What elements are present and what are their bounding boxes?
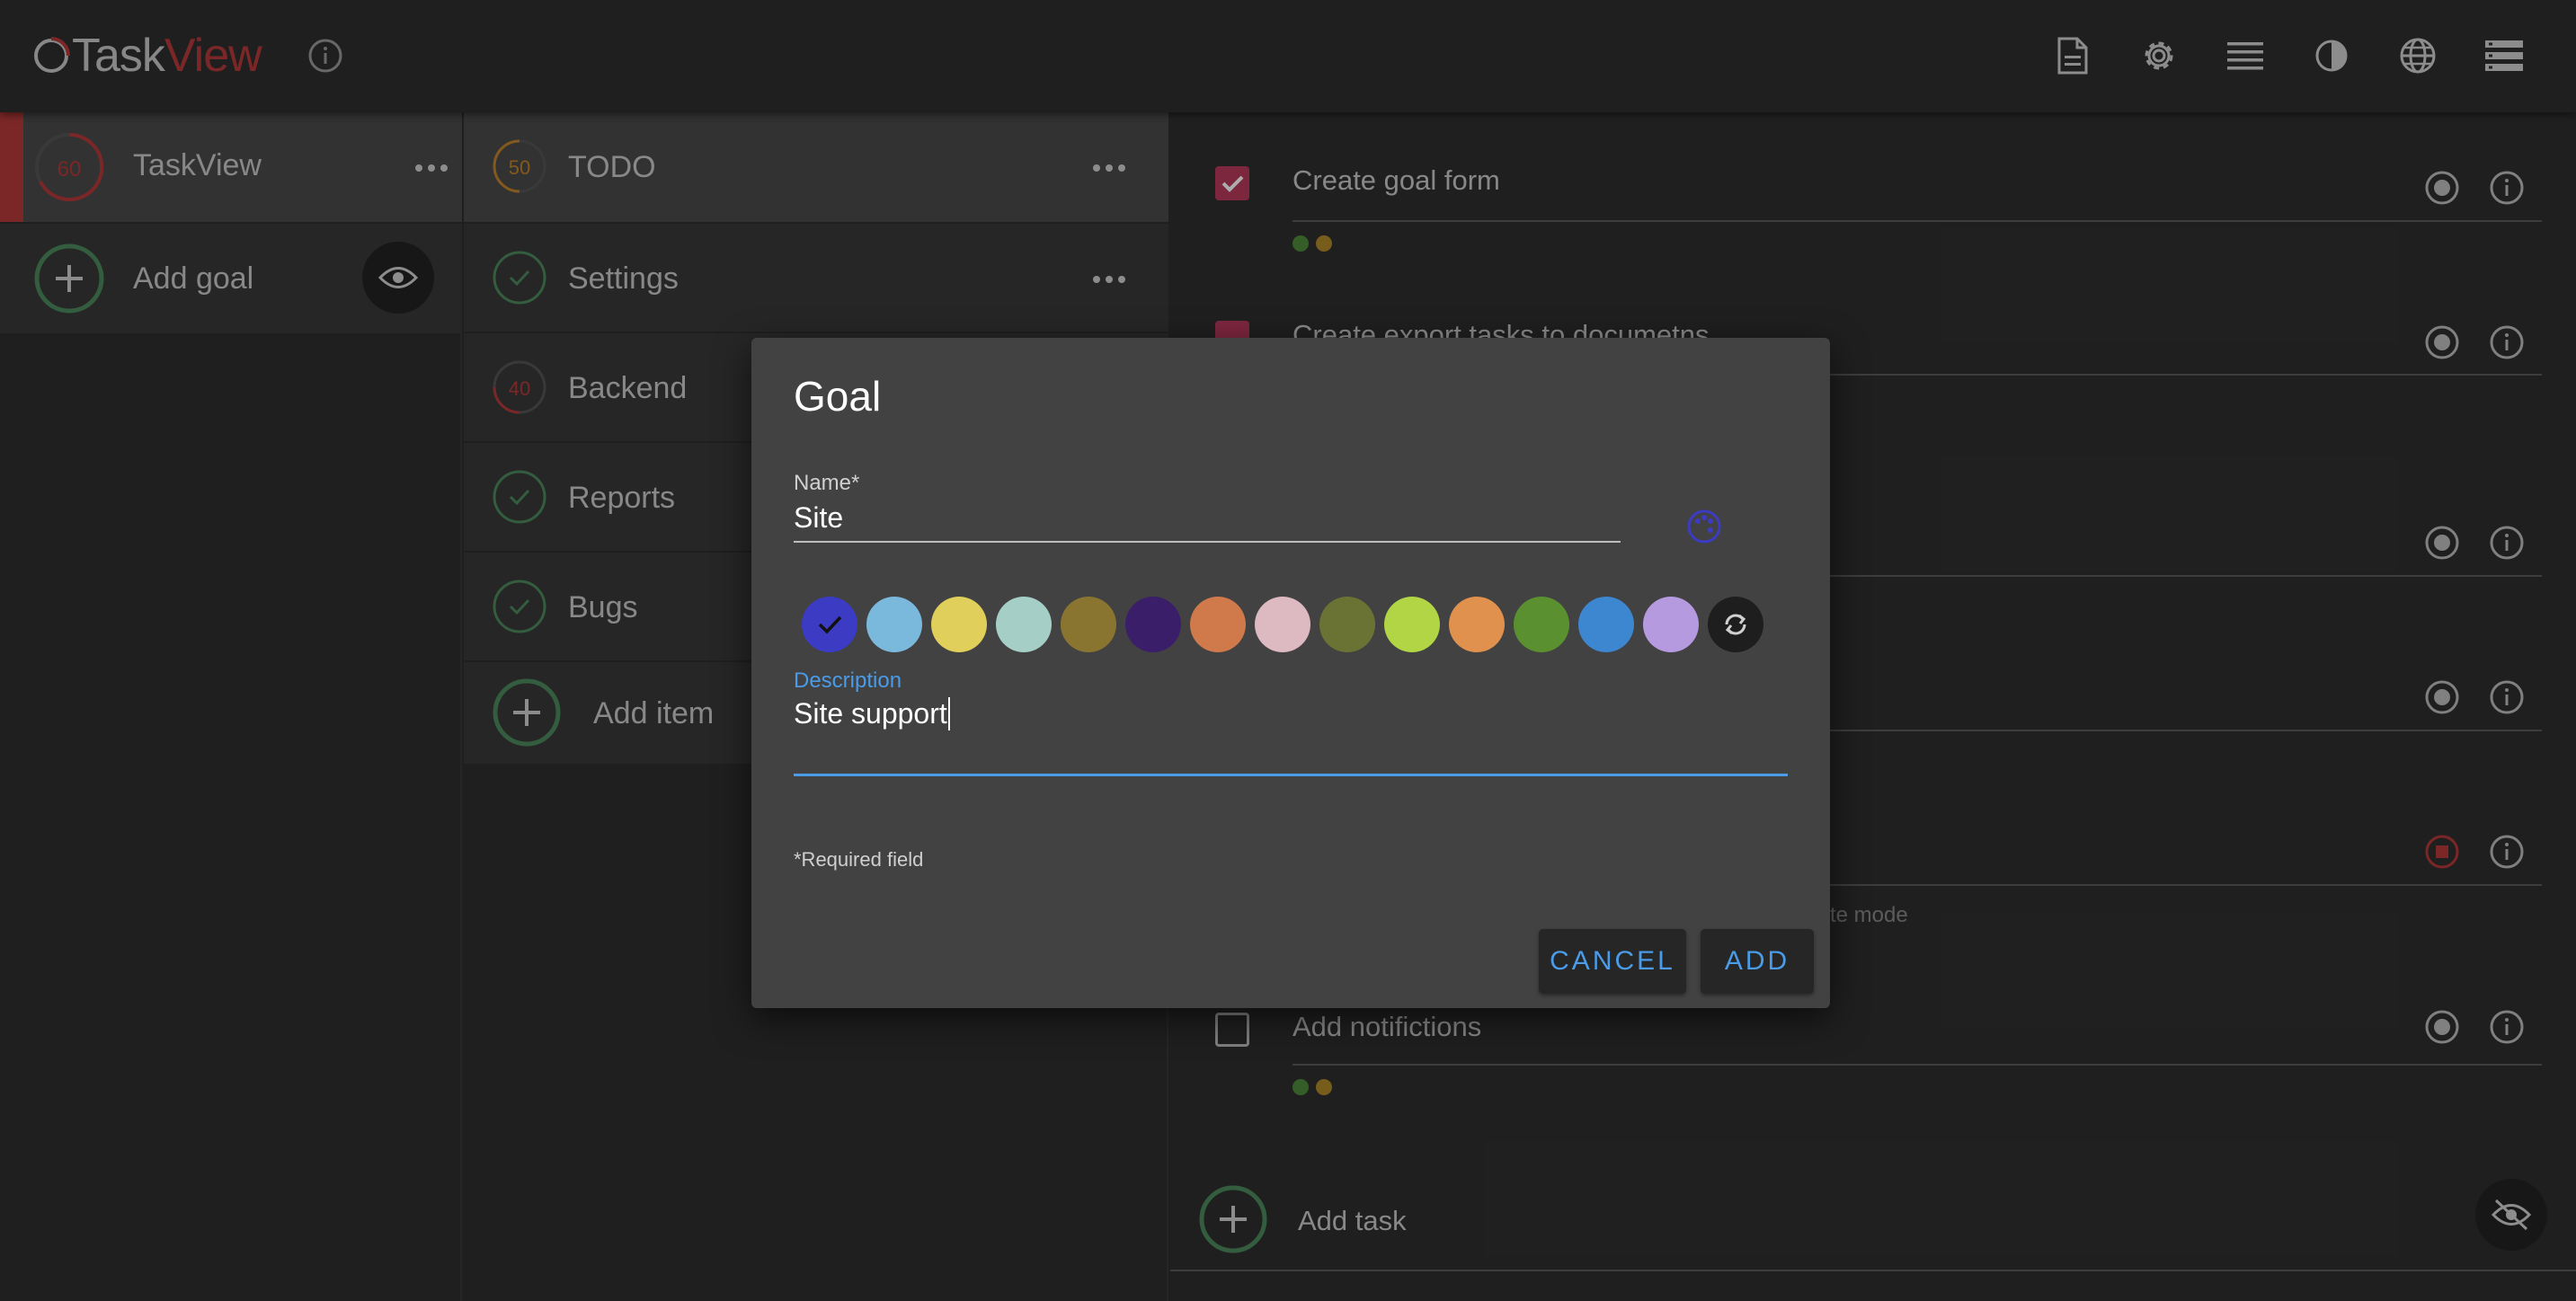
required-note: *Required field — [794, 848, 924, 871]
color-swatch-selected[interactable] — [802, 597, 857, 652]
color-swatch[interactable] — [1514, 597, 1569, 652]
goal-dialog: Goal Name* Site Description Site support… — [751, 338, 1830, 1008]
color-swatch[interactable] — [1384, 597, 1440, 652]
color-swatch[interactable] — [1255, 597, 1310, 652]
description-field-label: Description — [794, 668, 902, 693]
cancel-button[interactable]: CANCEL — [1539, 929, 1686, 994]
description-field[interactable]: Site support — [794, 694, 1788, 776]
color-swatch[interactable] — [1578, 597, 1634, 652]
name-field[interactable]: Site — [794, 496, 1621, 543]
color-swatch[interactable] — [1643, 597, 1699, 652]
description-field-value: Site support — [794, 697, 950, 730]
palette-icon[interactable] — [1684, 507, 1724, 546]
color-swatch[interactable] — [866, 597, 922, 652]
dialog-title: Goal — [794, 373, 882, 420]
color-swatch[interactable] — [931, 597, 987, 652]
color-swatch[interactable] — [1319, 597, 1375, 652]
color-swatch[interactable] — [1190, 597, 1246, 652]
refresh-colors-icon[interactable] — [1708, 597, 1763, 652]
color-swatch[interactable] — [996, 597, 1052, 652]
name-field-label: Name* — [794, 471, 860, 495]
color-swatch[interactable] — [1449, 597, 1505, 652]
add-button[interactable]: ADD — [1701, 929, 1814, 994]
color-swatch[interactable] — [1125, 597, 1181, 652]
name-field-value: Site — [794, 501, 844, 534]
color-swatch[interactable] — [1061, 597, 1116, 652]
check-icon — [818, 615, 842, 634]
